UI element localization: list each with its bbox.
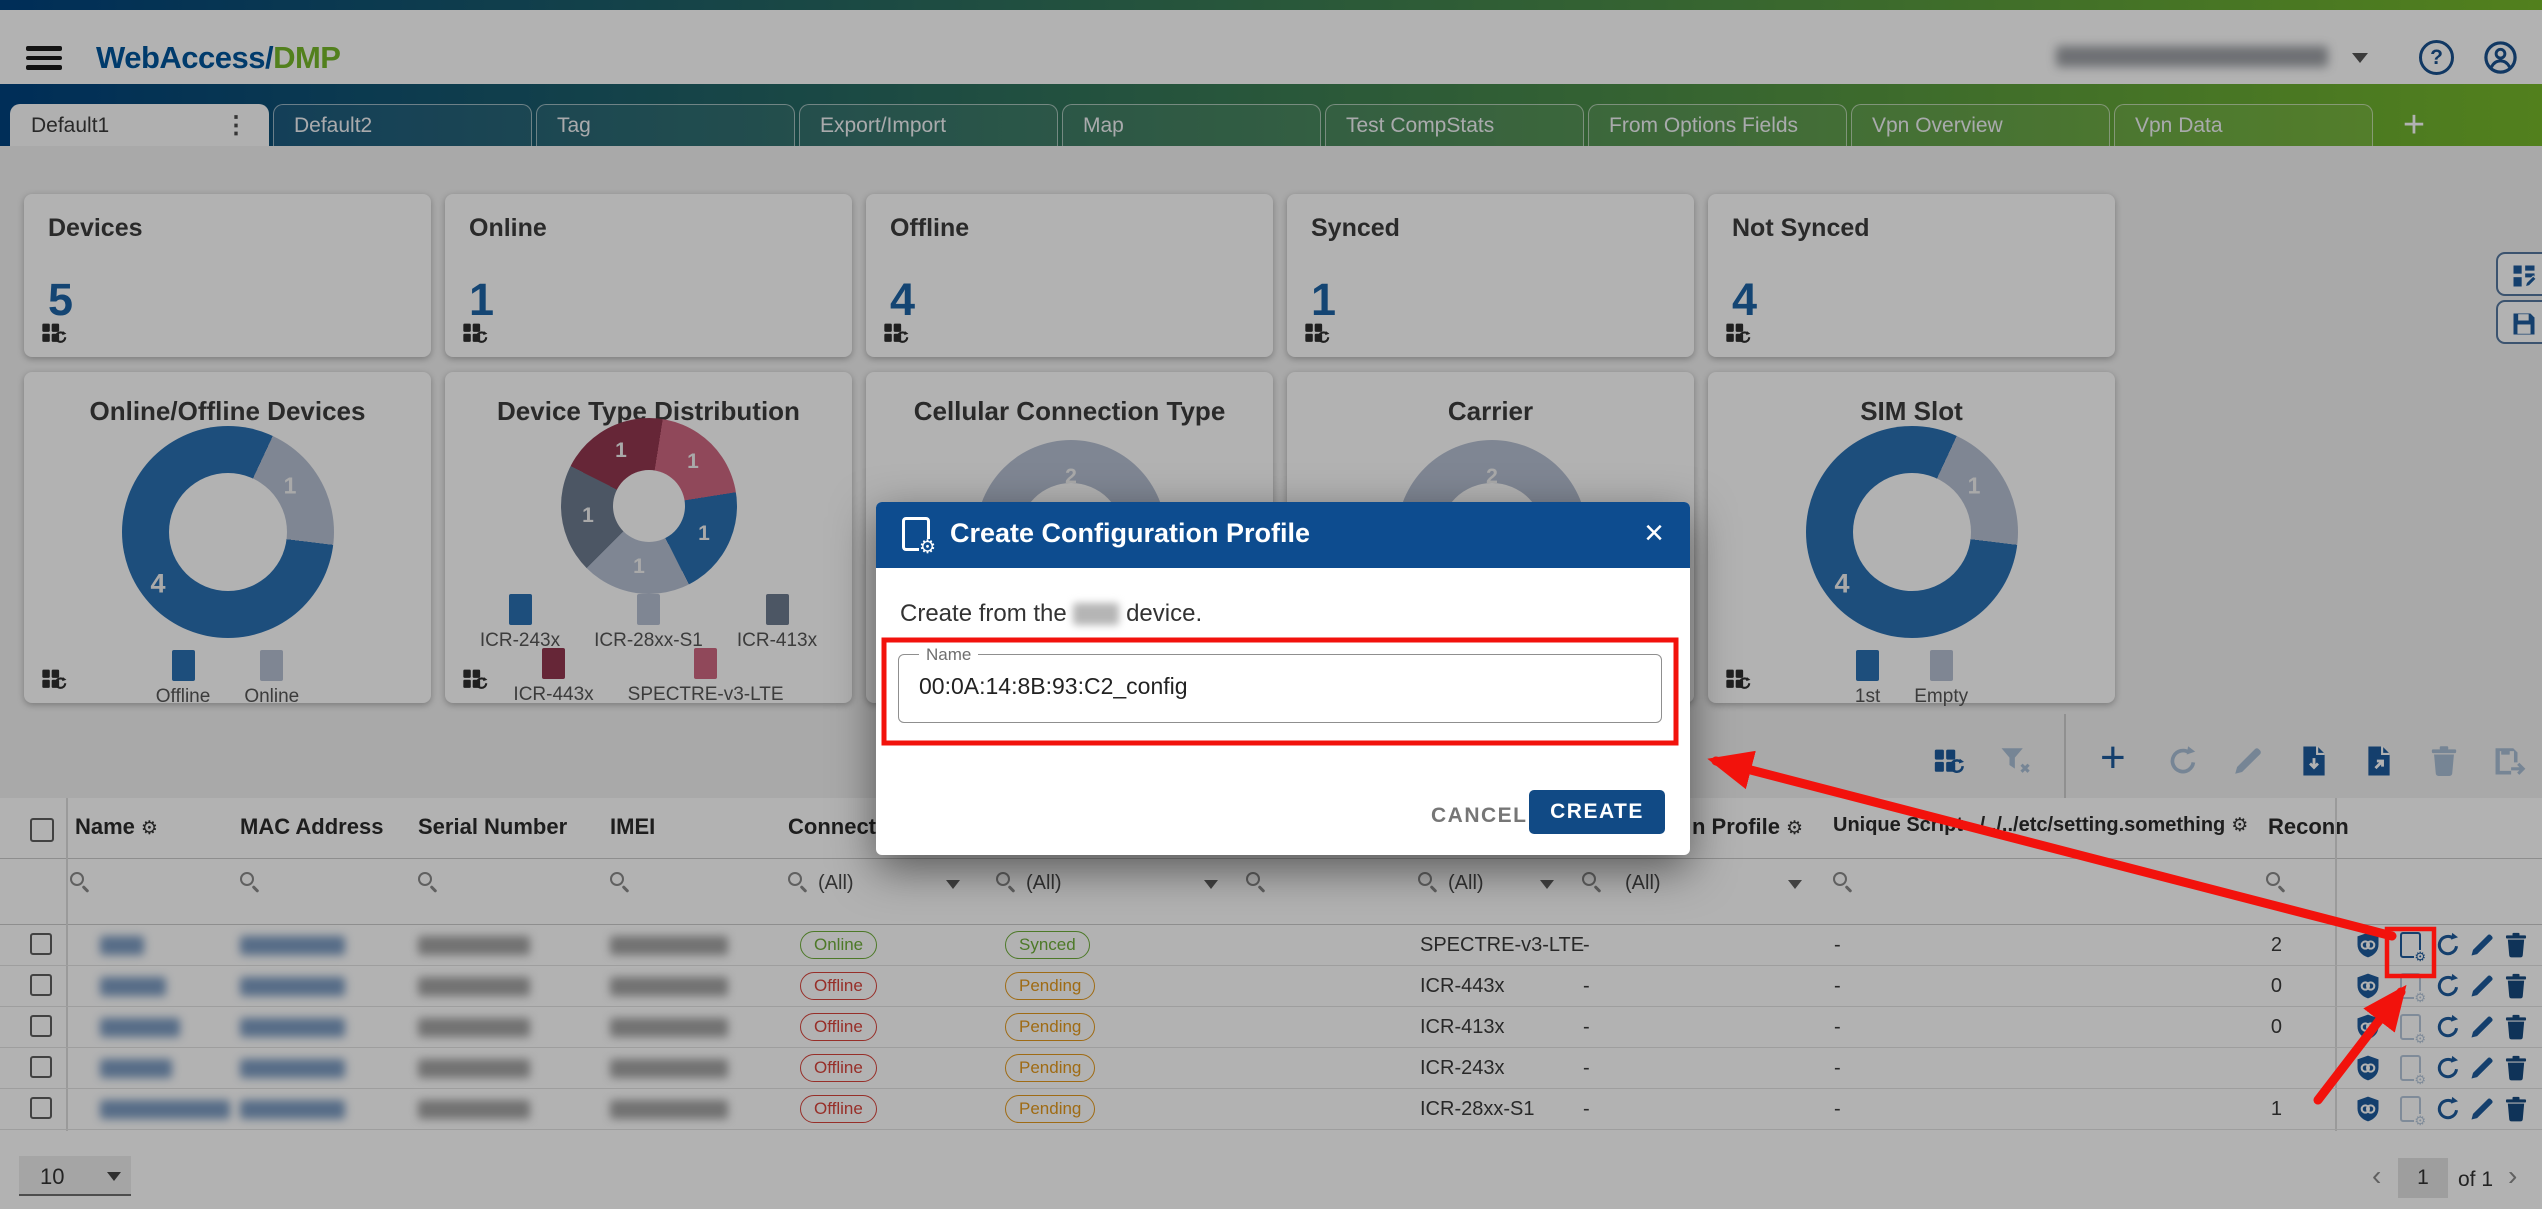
name-input[interactable] <box>919 673 1619 700</box>
create-configuration-profile-dialog: ⚙ Create Configuration Profile × Create … <box>876 502 1690 855</box>
close-icon[interactable]: × <box>1644 514 1664 553</box>
name-field: Name <box>898 654 1662 723</box>
name-field-label: Name <box>919 645 978 665</box>
dialog-header: ⚙ Create Configuration Profile × <box>876 502 1690 568</box>
webaccess-dmp-app: WebAccess/DMP ? Default1⋮Default2TagExpo… <box>0 0 2542 1209</box>
dialog-body-text: Create from the device. <box>900 600 1202 628</box>
cancel-button[interactable]: CANCEL <box>1413 794 1546 838</box>
create-button[interactable]: CREATE <box>1529 790 1665 834</box>
profile-gear-icon: ⚙ <box>902 517 930 551</box>
dialog-title: Create Configuration Profile <box>950 518 1310 549</box>
device-name-redacted <box>1073 603 1119 625</box>
